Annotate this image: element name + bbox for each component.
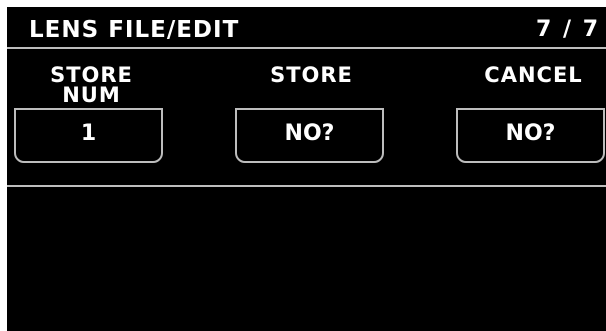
cancel-value-box[interactable]: NO? bbox=[456, 108, 605, 163]
page-indicator: 7 / 7 bbox=[536, 17, 600, 42]
cancel-label: CANCEL bbox=[459, 63, 606, 87]
store-num-value-box[interactable]: 1 bbox=[14, 108, 163, 163]
store-label-line2: STORE bbox=[270, 63, 353, 87]
store-value-box[interactable]: NO? bbox=[235, 108, 384, 163]
store-num-label-line2: NUM bbox=[62, 83, 121, 107]
header-divider bbox=[7, 47, 606, 49]
store-num-label-line1: STORE bbox=[50, 63, 133, 87]
lens-file-edit-screen: LENS FILE/EDIT 7 / 7 STORE NUM 1 STORE N… bbox=[7, 7, 606, 331]
screen-title: LENS FILE/EDIT bbox=[29, 17, 240, 43]
params-divider bbox=[7, 185, 606, 187]
store-label: STORE bbox=[237, 63, 386, 87]
cancel-label-line2: CANCEL bbox=[484, 63, 583, 87]
store-num-label: STORE NUM bbox=[17, 63, 166, 107]
